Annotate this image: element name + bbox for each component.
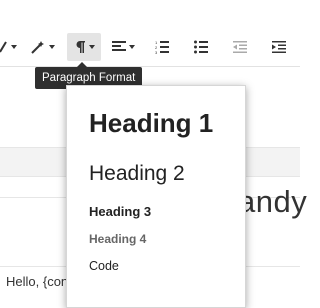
outdent-icon	[233, 41, 247, 53]
text-color-icon	[0, 40, 8, 54]
align-button[interactable]	[112, 33, 138, 61]
ordered-list-button[interactable]: 1 2 3	[155, 33, 171, 61]
outdent-button[interactable]	[233, 33, 249, 61]
unordered-list-icon	[194, 40, 208, 54]
menu-item-heading-3[interactable]: Heading 3	[89, 204, 151, 219]
paragraph-format-button[interactable]	[67, 33, 101, 61]
menu-item-code[interactable]: Code	[89, 259, 119, 273]
chevron-down-icon	[11, 45, 17, 49]
indent-icon	[272, 41, 286, 53]
chevron-down-icon	[88, 45, 95, 49]
editor-toolbar: 1 2 3	[0, 0, 300, 67]
pilcrow-icon	[74, 40, 86, 54]
ordered-list-icon: 1 2 3	[155, 40, 169, 54]
svg-text:3: 3	[155, 50, 158, 54]
magic-wand-icon	[30, 39, 46, 55]
magic-button[interactable]	[30, 33, 56, 61]
menu-item-heading-1[interactable]: Heading 1	[89, 108, 213, 139]
indent-button[interactable]	[272, 33, 288, 61]
align-left-icon	[112, 41, 126, 53]
paragraph-format-menu: Heading 1 Heading 2 Heading 3 Heading 4 …	[66, 85, 246, 308]
background-heading: andy	[238, 184, 308, 219]
chevron-down-icon	[129, 45, 135, 49]
unordered-list-button[interactable]	[194, 33, 210, 61]
text-color-button[interactable]	[0, 33, 17, 61]
chevron-down-icon	[49, 45, 55, 49]
menu-item-heading-4[interactable]: Heading 4	[89, 232, 146, 246]
menu-item-heading-2[interactable]: Heading 2	[89, 162, 185, 186]
